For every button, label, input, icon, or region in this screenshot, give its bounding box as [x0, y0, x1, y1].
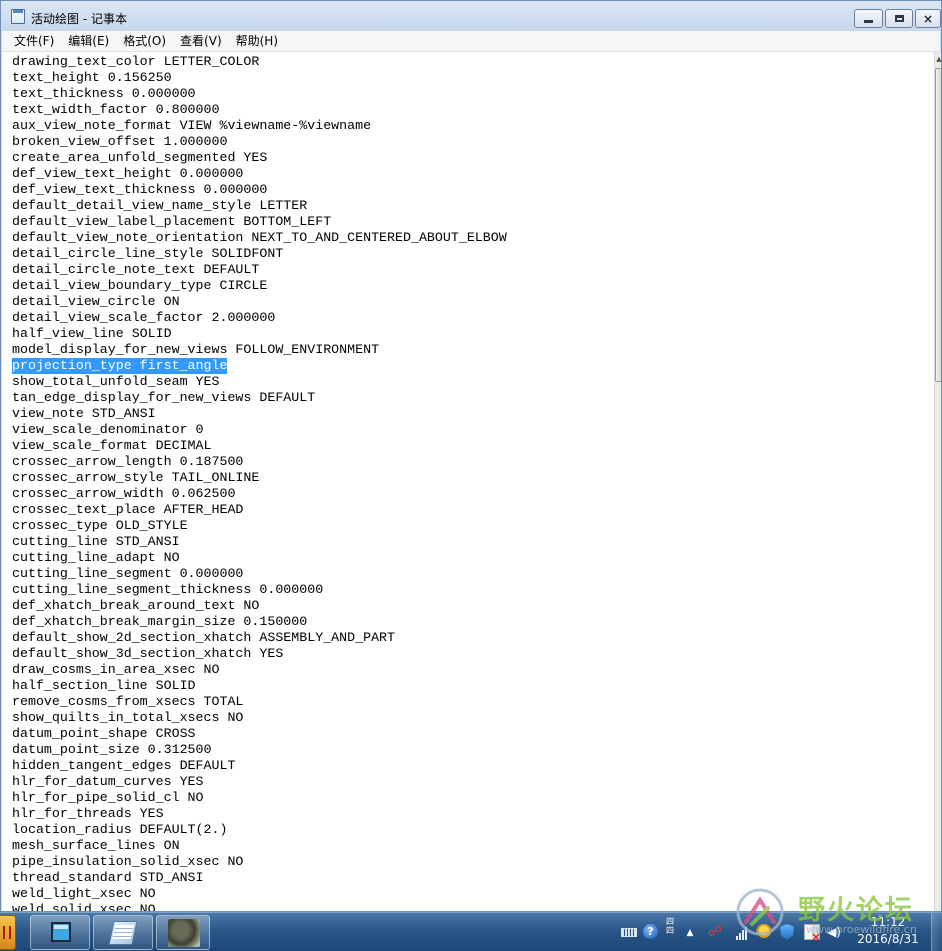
- clock-time: 11:12: [870, 915, 906, 929]
- text-line: text_width_factor 0.800000: [12, 102, 220, 117]
- text-line: default_view_label_placement BOTTOM_LEFT: [12, 214, 332, 229]
- text-line: weld_solid_xsec NO: [12, 902, 156, 911]
- text-line: show_quilts_in_total_xsecs NO: [12, 710, 244, 725]
- text-line: half_section_line SOLID: [12, 678, 196, 693]
- minimize-icon: [864, 20, 873, 23]
- text-line: pipe_insulation_solid_xsec NO: [12, 854, 244, 869]
- text-line: def_view_text_thickness 0.000000: [12, 182, 268, 197]
- app-tray-icon[interactable]: ☍: [707, 924, 723, 940]
- text-line: model_display_for_new_views FOLLOW_ENVIR…: [12, 342, 380, 357]
- clock-date: 2016/8/31: [857, 932, 919, 946]
- text-line: def_view_text_height 0.000000: [12, 166, 244, 181]
- help-icon[interactable]: ?: [643, 924, 658, 939]
- title-bar[interactable]: 活动绘图 - 记事本 ×: [1, 1, 941, 31]
- text-line: thread_standard STD_ANSI: [12, 870, 204, 885]
- text-line: half_view_line SOLID: [12, 326, 172, 341]
- notepad-taskbar-icon: [108, 921, 138, 945]
- menu-bar: 文件(F) 编辑(E) 格式(O) 查看(V) 帮助(H): [2, 31, 940, 52]
- close-button[interactable]: ×: [915, 9, 941, 28]
- text-line: detail_view_scale_factor 2.000000: [12, 310, 276, 325]
- text-line: show_total_unfold_seam YES: [12, 374, 220, 389]
- photo-icon: [168, 919, 200, 947]
- text-editor[interactable]: drawing_text_color LETTER_COLOR text_heig…: [2, 52, 934, 911]
- taskbar-photo-button[interactable]: [156, 915, 210, 950]
- text-line: drawing_text_color LETTER_COLOR: [12, 54, 260, 69]
- text-line: default_show_3d_section_xhatch YES: [12, 646, 284, 661]
- text-line: detail_circle_note_text DEFAULT: [12, 262, 260, 277]
- text-line: broken_view_offset 1.000000: [12, 134, 228, 149]
- text-line: detail_circle_line_style SOLIDFONT: [12, 246, 284, 261]
- text-line: cutting_line_adapt NO: [12, 550, 180, 565]
- text-line: datum_point_size 0.312500: [12, 742, 212, 757]
- text-line: remove_cosms_from_xsecs TOTAL: [12, 694, 244, 709]
- vertical-scrollbar[interactable]: ▲: [934, 52, 941, 911]
- minimize-button[interactable]: [854, 9, 883, 28]
- text-line: draw_cosms_in_area_xsec NO: [12, 662, 220, 677]
- text-line: crossec_text_place AFTER_HEAD: [12, 502, 244, 517]
- text-line: default_show_2d_section_xhatch ASSEMBLY_…: [12, 630, 396, 645]
- security-shield-icon[interactable]: [780, 924, 794, 940]
- speaker-icon[interactable]: ◀): [827, 925, 841, 939]
- taskbar-app-partial[interactable]: [0, 915, 16, 950]
- taskbar-window-button[interactable]: [30, 915, 90, 950]
- action-center-flag-icon[interactable]: [804, 924, 821, 944]
- text-line: default_detail_view_name_style LETTER: [12, 198, 308, 213]
- text-line: cutting_line STD_ANSI: [12, 534, 180, 549]
- maximize-button[interactable]: [885, 9, 913, 28]
- close-icon: ×: [922, 11, 934, 26]
- text-line: hlr_for_pipe_solid_cl NO: [12, 790, 204, 805]
- scroll-up-icon[interactable]: ▲: [935, 52, 941, 66]
- text-line: weld_light_xsec NO: [12, 886, 156, 901]
- text-line: view_scale_denominator 0: [12, 422, 204, 437]
- text-line: default_view_note_orientation NEXT_TO_AN…: [12, 230, 507, 245]
- text-line: crossec_arrow_style TAIL_ONLINE: [12, 470, 260, 485]
- text-line: projection_type first_angle: [12, 358, 507, 374]
- network-signal-icon[interactable]: [733, 926, 749, 940]
- keyboard-icon[interactable]: [621, 928, 637, 937]
- text-line: view_note STD_ANSI: [12, 406, 156, 421]
- window-title: 活动绘图 - 记事本: [31, 12, 127, 26]
- scrollbar-thumb[interactable]: [935, 68, 941, 382]
- text-line: cutting_line_segment_thickness 0.000000: [12, 582, 324, 597]
- menu-edit[interactable]: 编辑(E): [61, 31, 116, 51]
- text-line: text_height 0.156250: [12, 70, 172, 85]
- text-line: datum_point_shape CROSS: [12, 726, 196, 741]
- text-line: crossec_arrow_length 0.187500: [12, 454, 244, 469]
- menu-format[interactable]: 格式(O): [116, 31, 173, 51]
- text-line: def_xhatch_break_margin_size 0.150000: [12, 614, 308, 629]
- menu-help[interactable]: 帮助(H): [229, 31, 285, 51]
- text-line: crossec_arrow_width 0.062500: [12, 486, 236, 501]
- notepad-window: 活动绘图 - 记事本 × 文件(F) 编辑(E) 格式(O) 查看(V) 帮助(…: [0, 0, 942, 912]
- menu-file[interactable]: 文件(F): [2, 31, 61, 51]
- window-icon: [51, 922, 71, 942]
- show-desktop-button[interactable]: [931, 913, 942, 951]
- maximize-icon: [894, 15, 904, 22]
- system-clock[interactable]: 11:12 2016/8/31: [850, 914, 926, 948]
- text-line: hlr_for_threads YES: [12, 806, 164, 821]
- taskbar-notepad-button[interactable]: [93, 915, 153, 950]
- text-lines: drawing_text_color LETTER_COLOR text_heig…: [12, 54, 507, 911]
- text-line: location_radius DEFAULT(2.): [12, 822, 228, 837]
- text-line: mesh_surface_lines ON: [12, 838, 180, 853]
- show-hidden-icons-icon[interactable]: ▲: [685, 926, 695, 940]
- text-line: hlr_for_datum_curves YES: [12, 774, 204, 789]
- input-method-icon[interactable]: 四 四: [665, 917, 675, 935]
- text-line: def_xhatch_break_around_text NO: [12, 598, 260, 613]
- user-status-icon[interactable]: [756, 924, 772, 940]
- text-line: aux_view_note_format VIEW %viewname-%vie…: [12, 118, 372, 133]
- text-line: create_area_unfold_segmented YES: [12, 150, 268, 165]
- text-line: hidden_tangent_edges DEFAULT: [12, 758, 236, 773]
- text-line: detail_view_boundary_type CIRCLE: [12, 278, 268, 293]
- pause-icon: [3, 926, 11, 939]
- text-line: text_thickness 0.000000: [12, 86, 196, 101]
- text-line: tan_edge_display_for_new_views DEFAULT: [12, 390, 316, 405]
- notepad-icon[interactable]: [11, 9, 25, 24]
- text-line: detail_view_circle ON: [12, 294, 180, 309]
- text-line: cutting_line_segment 0.000000: [12, 566, 244, 581]
- taskbar: ? 四 四 ▲ ☍ ◀) 11:12 2016/8/31: [0, 912, 942, 951]
- menu-view[interactable]: 查看(V): [173, 31, 229, 51]
- selected-text[interactable]: projection_type first_angle: [12, 358, 228, 374]
- text-line: view_scale_format DECIMAL: [12, 438, 212, 453]
- text-line: crossec_type OLD_STYLE: [12, 518, 188, 533]
